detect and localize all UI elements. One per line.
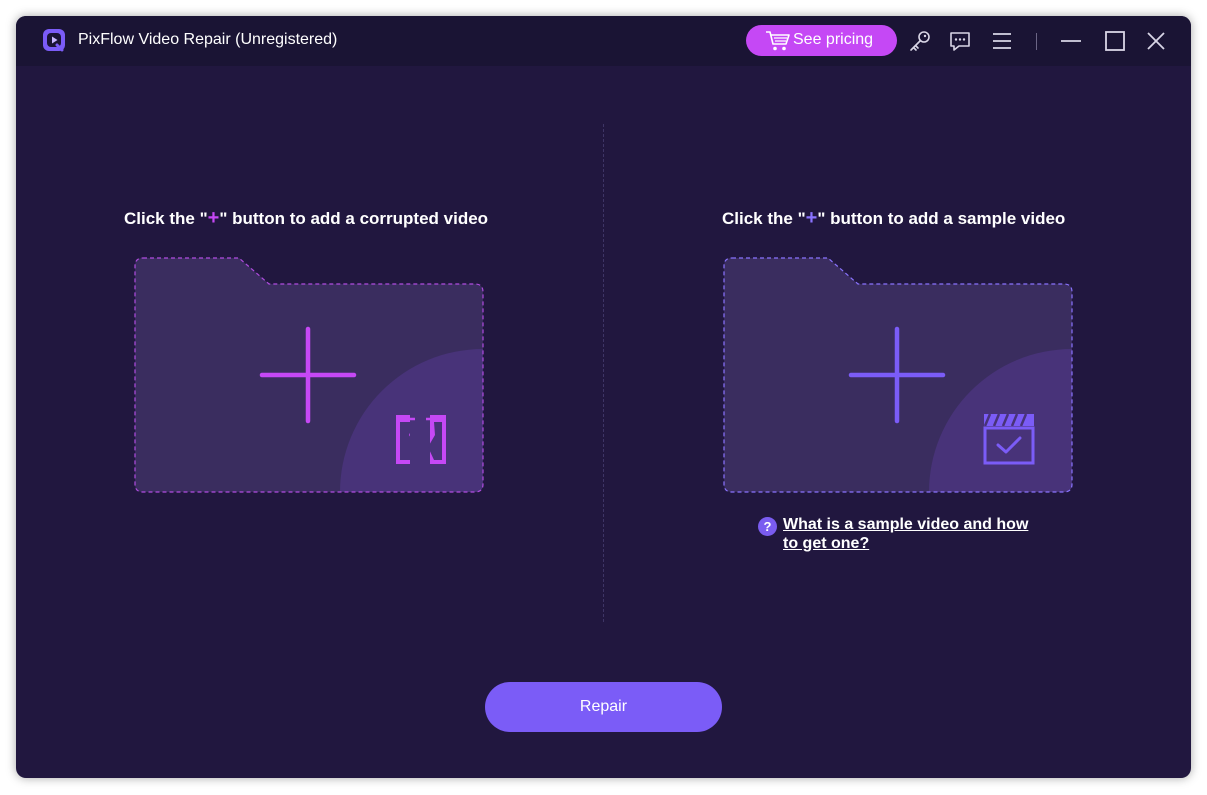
see-pricing-label: See pricing bbox=[793, 31, 874, 48]
hint-prefix: Click the " bbox=[722, 209, 806, 228]
feedback-icon[interactable] bbox=[948, 29, 972, 53]
sample-video-drop-zone[interactable] bbox=[723, 257, 1075, 494]
corrupted-video-hint: Click the "+" button to add a corrupted … bbox=[124, 207, 488, 230]
maximize-icon[interactable] bbox=[1103, 29, 1127, 53]
hint-suffix: " button to add a corrupted video bbox=[219, 209, 489, 228]
repair-button[interactable]: Repair bbox=[485, 682, 722, 732]
hint-plus-mark: + bbox=[207, 207, 220, 229]
app-window: PixFlow Video Repair (Unregistered) See … bbox=[16, 16, 1191, 778]
panel-divider bbox=[603, 124, 604, 622]
help-question-icon[interactable]: ? bbox=[758, 517, 777, 536]
cart-icon bbox=[766, 31, 790, 51]
hint-suffix: " button to add a sample video bbox=[817, 209, 1066, 228]
close-icon[interactable] bbox=[1144, 29, 1168, 53]
titlebar-separator bbox=[1036, 33, 1037, 50]
key-icon[interactable] bbox=[908, 29, 932, 53]
corrupted-video-drop-zone[interactable] bbox=[134, 257, 486, 494]
see-pricing-button[interactable]: See pricing bbox=[746, 25, 897, 56]
hint-prefix: Click the " bbox=[124, 209, 208, 228]
sample-video-help-link[interactable]: What is a sample video and how to get on… bbox=[783, 515, 1033, 553]
app-logo-icon bbox=[43, 29, 65, 52]
sample-video-hint: Click the "+" button to add a sample vid… bbox=[722, 207, 1065, 230]
title-bar: PixFlow Video Repair (Unregistered) See … bbox=[16, 16, 1191, 66]
hint-plus-mark: + bbox=[805, 207, 818, 229]
app-title: PixFlow Video Repair (Unregistered) bbox=[78, 31, 338, 48]
menu-icon[interactable] bbox=[990, 29, 1014, 53]
minimize-icon[interactable] bbox=[1059, 29, 1083, 53]
